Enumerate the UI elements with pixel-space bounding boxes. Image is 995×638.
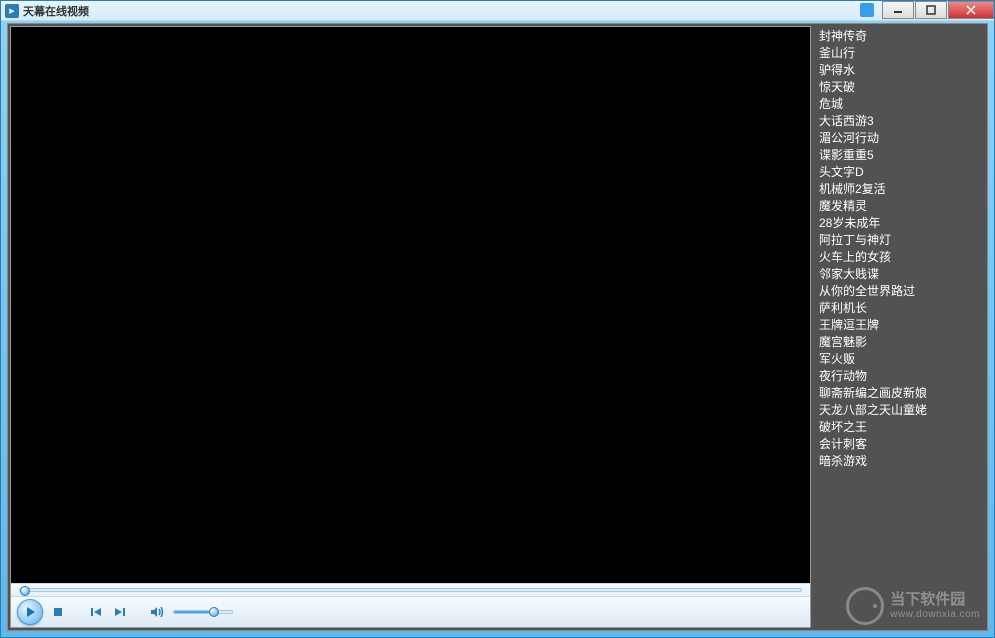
seek-thumb[interactable] xyxy=(20,586,30,596)
next-button[interactable] xyxy=(111,603,129,621)
volume-thumb[interactable] xyxy=(209,607,219,617)
playlist-item[interactable]: 阿拉丁与神灯 xyxy=(815,232,985,249)
playlist-item[interactable]: 釜山行 xyxy=(815,45,985,62)
playlist-item[interactable]: 驴得水 xyxy=(815,62,985,79)
volume-slider[interactable] xyxy=(173,610,233,614)
seek-track[interactable] xyxy=(19,588,802,592)
playlist-item[interactable]: 惊天破 xyxy=(815,79,985,96)
playlist-item[interactable]: 大话西游3 xyxy=(815,113,985,130)
content-area: 封神传奇釜山行驴得水惊天破危城大话西游3湄公河行动谍影重重5头文字D机械师2复活… xyxy=(7,23,988,631)
titlebar-extra-icon[interactable] xyxy=(860,3,874,17)
playlist-item[interactable]: 机械师2复活 xyxy=(815,181,985,198)
playlist-item[interactable]: 谍影重重5 xyxy=(815,147,985,164)
playlist-item[interactable]: 火车上的女孩 xyxy=(815,249,985,266)
maximize-button[interactable] xyxy=(915,1,947,19)
playlist-item[interactable]: 夜行动物 xyxy=(815,368,985,385)
playlist-item[interactable]: 封神传奇 xyxy=(815,28,985,45)
video-player xyxy=(10,26,811,628)
playlist-item[interactable]: 危城 xyxy=(815,96,985,113)
playlist-item[interactable]: 湄公河行动 xyxy=(815,130,985,147)
stop-button[interactable] xyxy=(49,603,67,621)
playlist-item[interactable]: 暗杀游戏 xyxy=(815,453,985,470)
window-frame: 天幕在线视频 xyxy=(0,0,995,638)
playlist-item[interactable]: 从你的全世界路过 xyxy=(815,283,985,300)
playlist-item[interactable]: 会计刺客 xyxy=(815,436,985,453)
playlist-item[interactable]: 魔宫魅影 xyxy=(815,334,985,351)
titlebar[interactable]: 天幕在线视频 xyxy=(1,1,994,21)
playlist-item[interactable]: 魔发精灵 xyxy=(815,198,985,215)
playlist-item[interactable]: 王牌逗王牌 xyxy=(815,317,985,334)
video-display[interactable] xyxy=(11,27,810,583)
playlist-item[interactable]: 天龙八部之天山童姥 xyxy=(815,402,985,419)
close-button[interactable] xyxy=(948,1,994,19)
previous-button[interactable] xyxy=(87,603,105,621)
playlist-item[interactable]: 头文字D xyxy=(815,164,985,181)
playlist-item[interactable]: 28岁未成年 xyxy=(815,215,985,232)
play-button[interactable] xyxy=(17,599,43,625)
volume-icon[interactable] xyxy=(149,603,167,621)
playlist-item[interactable]: 邻家大贱谍 xyxy=(815,266,985,283)
playlist-item[interactable]: 聊斋新编之画皮新娘 xyxy=(815,385,985,402)
window-title: 天幕在线视频 xyxy=(23,3,89,19)
window-controls xyxy=(881,1,994,19)
playlist-item[interactable]: 萨利机长 xyxy=(815,300,985,317)
playlist-item[interactable]: 破坏之王 xyxy=(815,419,985,436)
playlist-panel[interactable]: 封神传奇釜山行驴得水惊天破危城大话西游3湄公河行动谍影重重5头文字D机械师2复活… xyxy=(813,24,987,630)
app-icon xyxy=(5,4,19,18)
playlist-item[interactable]: 军火贩 xyxy=(815,351,985,368)
volume-fill xyxy=(174,611,209,613)
minimize-button[interactable] xyxy=(882,1,914,19)
player-controls xyxy=(11,597,810,627)
seekbar[interactable] xyxy=(11,583,810,597)
